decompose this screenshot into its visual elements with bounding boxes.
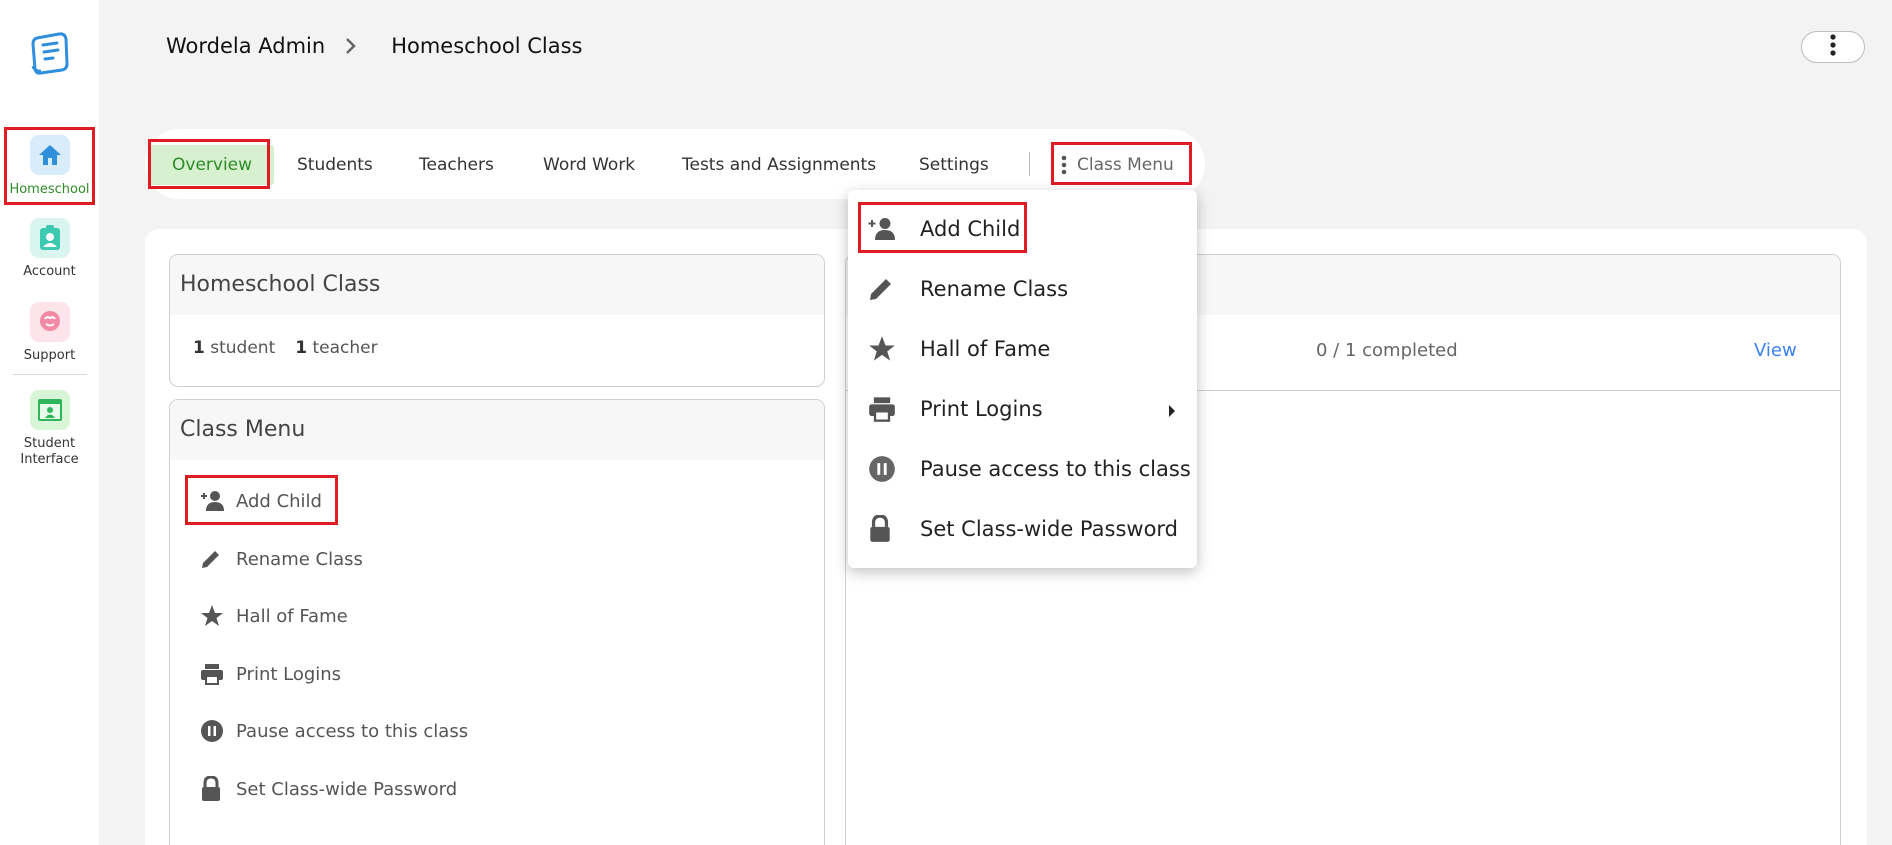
sidebar-label-line2: Interface (20, 452, 79, 467)
tab-divider (1029, 152, 1030, 176)
star-icon (200, 604, 228, 628)
tab-tests-and-assignments[interactable]: Tests and Assignments (682, 145, 876, 185)
menu-item-label: Print Logins (236, 663, 342, 685)
add-person-icon (868, 217, 898, 241)
home-icon (29, 135, 70, 175)
dropdown-item-label: Print Logins (920, 397, 1043, 421)
dropdown-item-label: Hall of Fame (920, 337, 1051, 361)
student-count-value: 1 (193, 338, 205, 358)
menu-pause-access[interactable]: Pause access to this class (200, 716, 468, 746)
tab-students[interactable]: Students (297, 145, 373, 185)
dropdown-item-label: Add Child (920, 217, 1021, 241)
account-badge-icon (29, 218, 70, 258)
menu-item-label: Add Child (236, 490, 322, 512)
lock-icon (200, 776, 228, 802)
sidebar-divider (13, 374, 87, 375)
lock-icon (868, 515, 898, 543)
teacher-count: 1 teacher (295, 338, 377, 358)
class-summary-card: Homeschool Class (169, 254, 825, 387)
menu-item-label: Rename Class (236, 548, 363, 570)
dropdown-hall-of-fame[interactable]: Hall of Fame (868, 329, 1050, 369)
sidebar-item-homeschool[interactable]: Homeschool (0, 135, 99, 198)
menu-print-logins[interactable]: Print Logins (200, 659, 341, 689)
student-count-label: student (210, 338, 276, 358)
printer-icon (868, 396, 898, 422)
pause-circle-icon (868, 455, 898, 483)
menu-hall-of-fame[interactable]: Hall of Fame (200, 601, 348, 631)
wordela-logo-icon[interactable] (29, 30, 71, 76)
menu-item-label: Set Class-wide Password (236, 778, 458, 800)
class-stats: 1 student 1 teacher (193, 338, 378, 358)
dropdown-item-label: Rename Class (920, 277, 1069, 301)
dropdown-print-logins[interactable]: Print Logins (868, 389, 1043, 429)
menu-rename-class[interactable]: Rename Class (200, 544, 363, 574)
support-brain-icon (29, 302, 70, 342)
dropdown-add-child[interactable]: Add Child (868, 209, 1020, 249)
menu-set-password[interactable]: Set Class-wide Password (200, 774, 457, 804)
tab-word-work[interactable]: Word Work (543, 145, 635, 185)
tab-class-menu[interactable]: Class Menu (1061, 145, 1174, 185)
card-title: Class Menu (170, 400, 824, 460)
menu-item-label: Hall of Fame (236, 605, 348, 627)
kebab-vertical-icon (1830, 34, 1836, 60)
sidebar-item-student-interface[interactable]: Student Interface (0, 390, 99, 468)
chevron-right-icon (345, 37, 357, 55)
sidebar-label-line1: Student (23, 436, 76, 451)
add-person-icon (200, 490, 228, 512)
sidebar-item-support[interactable]: Support (0, 302, 99, 364)
view-link[interactable]: View (1754, 340, 1797, 361)
dropdown-set-password[interactable]: Set Class-wide Password (868, 509, 1178, 549)
breadcrumb-item-admin[interactable]: Wordela Admin (166, 34, 325, 58)
pencil-icon (200, 548, 228, 570)
pause-circle-icon (200, 719, 228, 743)
teacher-count-label: teacher (312, 338, 378, 358)
sidebar-item-label: Student Interface (0, 436, 99, 468)
pencil-icon (868, 276, 898, 302)
tab-teachers[interactable]: Teachers (419, 145, 494, 185)
teacher-count-value: 1 (295, 338, 308, 358)
star-icon (868, 335, 898, 363)
sidebar-item-label: Support (23, 348, 76, 363)
caret-right-icon (1168, 403, 1176, 422)
assignment-progress: 0 / 1 completed (1316, 340, 1458, 361)
dropdown-pause-access[interactable]: Pause access to this class (868, 449, 1191, 489)
kebab-vertical-icon (1061, 155, 1067, 175)
dropdown-item-label: Pause access to this class (920, 457, 1191, 481)
breadcrumb-item-class: Homeschool Class (391, 34, 583, 58)
tab-class-menu-label: Class Menu (1077, 155, 1174, 175)
menu-add-child[interactable]: Add Child (200, 486, 322, 516)
sidebar-item-account[interactable]: Account (0, 218, 99, 280)
tab-overview[interactable]: Overview (150, 145, 275, 185)
sidebar: Homeschool Account Support Student Inter… (0, 0, 99, 845)
card-title: Homeschool Class (170, 255, 824, 315)
dropdown-item-label: Set Class-wide Password (920, 517, 1179, 541)
printer-icon (200, 663, 228, 685)
more-options-button[interactable] (1801, 31, 1865, 63)
sidebar-item-label: Homeschool (9, 182, 90, 197)
breadcrumb: Wordela Admin Homeschool Class (166, 34, 582, 58)
student-count: 1 student (193, 338, 275, 358)
dropdown-rename-class[interactable]: Rename Class (868, 269, 1068, 309)
sidebar-item-label: Account (23, 264, 76, 279)
student-window-icon (29, 390, 70, 430)
tab-settings[interactable]: Settings (919, 145, 989, 185)
menu-item-label: Pause access to this class (236, 720, 469, 742)
